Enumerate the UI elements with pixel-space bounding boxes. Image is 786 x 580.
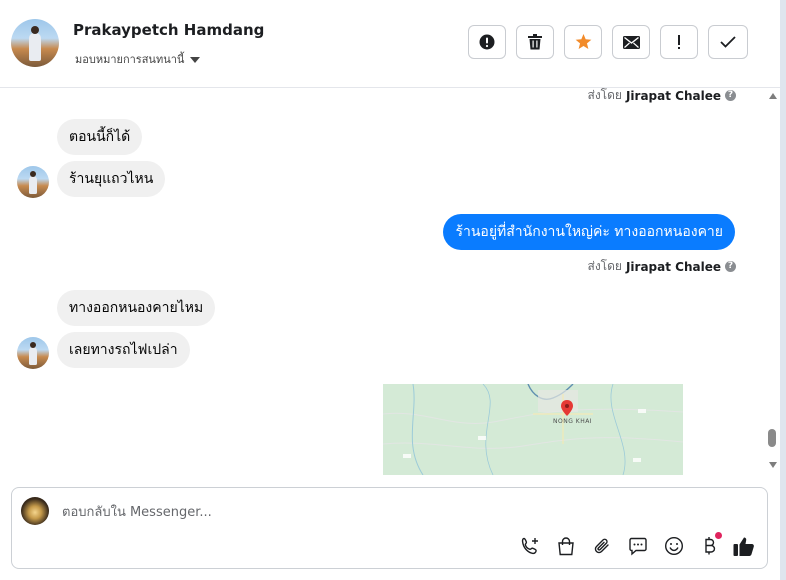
map-place-label: NONG KHAI: [553, 418, 593, 425]
check-icon: [720, 36, 736, 48]
baht-icon: [705, 537, 716, 555]
envelope-icon: [622, 35, 640, 49]
done-button[interactable]: [708, 25, 748, 59]
outgoing-message[interactable]: ร้านอยู่ที่สำนักงานใหญ่ค่ะ ทางออกหนองคาย: [443, 214, 735, 250]
scrollbar-thumb[interactable]: [768, 429, 776, 447]
exclamation-circle-icon: [479, 34, 495, 50]
scroll-down-arrow[interactable]: [769, 462, 777, 468]
window-edge: [780, 0, 786, 580]
sent-by-prefix: ส่งโดย: [587, 88, 622, 102]
mail-button[interactable]: [612, 25, 650, 59]
smiley-icon: [664, 536, 684, 556]
delete-button[interactable]: [516, 25, 554, 59]
incoming-message[interactable]: ร้านยุแถวไหน: [57, 161, 166, 197]
contact-avatar[interactable]: [11, 19, 59, 67]
phone-plus-icon: [521, 537, 538, 555]
exclamation-icon: [678, 35, 680, 49]
reply-input[interactable]: [60, 500, 664, 524]
saved-replies-button[interactable]: [626, 534, 650, 558]
emoji-button[interactable]: [662, 534, 686, 558]
chevron-down-icon: [190, 56, 201, 63]
page-avatar: [21, 497, 49, 525]
scroll-up-arrow[interactable]: [769, 93, 777, 99]
thumbs-up-icon: [733, 537, 754, 556]
incoming-message[interactable]: เลยทางรถไฟเปล่า: [57, 332, 190, 368]
notification-dot: [715, 532, 722, 539]
contact-name[interactable]: Prakaypetch Hamdang: [73, 21, 264, 39]
map-graphic: [383, 384, 683, 475]
sent-by-info: ส่งโดย Jirapat Chalee ?: [587, 88, 736, 105]
chat-bubble-icon: [629, 537, 647, 556]
conversation-header: Prakaypetch Hamdang มอบหมายการสนทนานี้: [0, 0, 780, 88]
alert-button[interactable]: [468, 25, 506, 59]
trash-icon: [528, 34, 542, 50]
spam-button[interactable]: [660, 25, 698, 59]
shop-button[interactable]: [554, 534, 578, 558]
sent-by-agent: Jirapat Chalee: [625, 259, 721, 274]
contact-avatar-small: [17, 337, 49, 369]
incoming-message[interactable]: ตอนนี้ก็ได้: [57, 119, 143, 155]
attach-button[interactable]: [590, 534, 614, 558]
call-button[interactable]: [518, 534, 542, 558]
location-map[interactable]: NONG KHAI: [383, 384, 683, 475]
star-icon: [575, 34, 591, 49]
star-button[interactable]: [564, 25, 602, 59]
assign-conversation-dropdown[interactable]: มอบหมายการสนทนานี้: [75, 50, 201, 68]
sent-by-prefix: ส่งโดย: [587, 259, 622, 273]
incoming-message[interactable]: ทางออกหนองคายไหม: [57, 290, 216, 326]
shopping-bag-icon: [558, 536, 574, 555]
like-button[interactable]: [732, 534, 756, 558]
assign-label: มอบหมายการสนทนานี้: [75, 53, 185, 66]
sent-by-agent: Jirapat Chalee: [625, 88, 721, 103]
contact-avatar-small: [17, 166, 49, 198]
thread-scrollbar[interactable]: [766, 88, 780, 475]
help-icon[interactable]: ?: [725, 261, 736, 272]
paperclip-icon: [594, 538, 609, 554]
message-thread[interactable]: ส่งโดย Jirapat Chalee ? ตอนนี้ก็ได้ ร้าน…: [0, 88, 766, 475]
sent-by-info: ส่งโดย Jirapat Chalee ?: [587, 257, 736, 276]
help-icon[interactable]: ?: [725, 90, 736, 101]
reply-composer: [11, 487, 768, 569]
